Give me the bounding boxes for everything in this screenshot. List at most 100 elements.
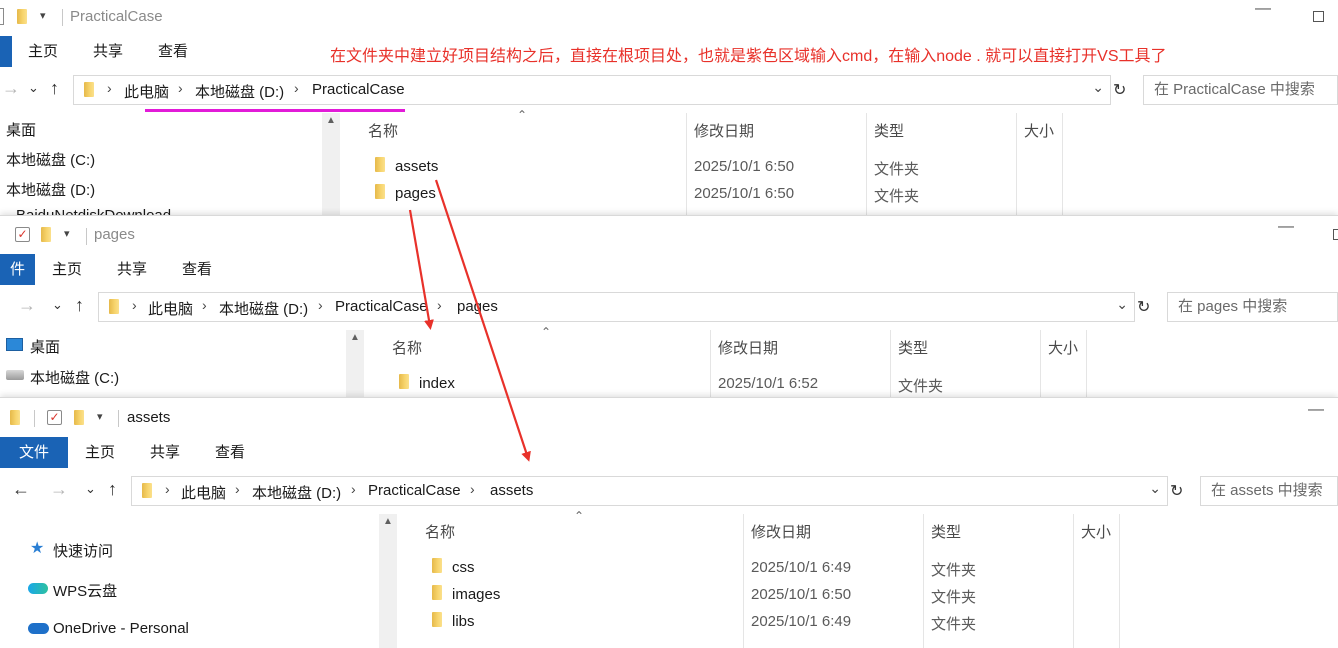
file-name-images[interactable]: images: [452, 586, 500, 603]
up-arrow-icon[interactable]: ↑: [75, 295, 84, 316]
scroll-up-icon[interactable]: ▲: [350, 332, 360, 343]
forward-arrow-icon[interactable]: →: [18, 295, 36, 316]
column-name[interactable]: 名称: [368, 120, 398, 141]
breadcrumb-this-pc[interactable]: 此电脑: [124, 81, 169, 102]
tab-view[interactable]: 查看: [182, 254, 212, 285]
column-date[interactable]: 修改日期: [751, 521, 811, 542]
chevron-right-icon[interactable]: ›: [294, 80, 299, 96]
file-name-pages[interactable]: pages: [395, 185, 436, 202]
sidebar-item-onedrive[interactable]: OneDrive - Personal: [53, 620, 189, 637]
maximize-icon[interactable]: [1313, 11, 1324, 22]
refresh-icon[interactable]: ↻: [1113, 80, 1126, 100]
breadcrumb-this-pc[interactable]: 此电脑: [148, 298, 193, 319]
sidebar-item-drive-c[interactable]: 本地磁盘 (C:): [30, 367, 119, 388]
column-divider[interactable]: [710, 330, 711, 397]
column-type[interactable]: 类型: [874, 120, 904, 141]
sidebar-scrollbar[interactable]: ▲: [346, 330, 364, 397]
recent-dropdown-icon[interactable]: ⌄: [52, 297, 63, 313]
search-input[interactable]: 在 PracticalCase 中搜索: [1143, 75, 1338, 105]
column-divider[interactable]: [1086, 330, 1087, 397]
column-divider[interactable]: [890, 330, 891, 397]
breadcrumb-practicalcase[interactable]: PracticalCase: [335, 298, 428, 315]
checkbox-icon[interactable]: [0, 8, 4, 25]
breadcrumb-drive-d[interactable]: 本地磁盘 (D:): [252, 482, 341, 503]
chevron-right-icon[interactable]: ›: [107, 80, 112, 96]
sidebar-item-desktop[interactable]: 桌面: [30, 336, 60, 357]
chevron-right-icon[interactable]: ›: [202, 297, 207, 313]
refresh-icon[interactable]: ↻: [1170, 481, 1183, 501]
forward-arrow-icon[interactable]: →: [2, 78, 20, 99]
chevron-right-icon[interactable]: ›: [165, 481, 170, 497]
refresh-icon[interactable]: ↻: [1137, 297, 1150, 317]
sidebar-scrollbar[interactable]: ▲: [322, 113, 340, 215]
column-date[interactable]: 修改日期: [694, 120, 754, 141]
address-bar[interactable]: › 此电脑 › 本地磁盘 (D:) › PracticalCase › page…: [98, 292, 1135, 322]
tab-share[interactable]: 共享: [117, 254, 147, 285]
minimize-icon[interactable]: —: [1255, 0, 1271, 18]
back-arrow-icon[interactable]: ←: [12, 479, 30, 500]
tab-home[interactable]: 主页: [52, 254, 82, 285]
scroll-up-icon[interactable]: ▲: [383, 516, 393, 527]
maximize-icon[interactable]: [1333, 229, 1338, 240]
chevron-right-icon[interactable]: ›: [235, 481, 240, 497]
forward-arrow-icon[interactable]: →: [50, 479, 68, 500]
checkbox-icon[interactable]: ✓: [47, 410, 62, 425]
file-name-assets[interactable]: assets: [395, 158, 438, 175]
breadcrumb-assets[interactable]: assets: [490, 482, 533, 499]
address-bar[interactable]: › 此电脑 › 本地磁盘 (D:) › PracticalCase › asse…: [131, 476, 1168, 506]
tab-view[interactable]: 查看: [158, 36, 188, 67]
column-divider[interactable]: [1040, 330, 1041, 397]
tab-view[interactable]: 查看: [215, 437, 245, 468]
column-name[interactable]: 名称: [425, 521, 455, 542]
column-name[interactable]: 名称: [392, 337, 422, 358]
sidebar-item-drive-c[interactable]: 本地磁盘 (C:): [6, 149, 95, 170]
tab-share[interactable]: 共享: [150, 437, 180, 468]
up-arrow-icon[interactable]: ↑: [108, 479, 117, 500]
search-input[interactable]: 在 pages 中搜索: [1167, 292, 1338, 322]
breadcrumb-practicalcase[interactable]: PracticalCase: [312, 81, 405, 98]
column-divider[interactable]: [743, 514, 744, 648]
file-name-libs[interactable]: libs: [452, 613, 475, 630]
sidebar-item-quick-access[interactable]: 快速访问: [53, 540, 113, 561]
column-size[interactable]: 大小: [1048, 337, 1078, 358]
breadcrumb-this-pc[interactable]: 此电脑: [181, 482, 226, 503]
breadcrumb-drive-d[interactable]: 本地磁盘 (D:): [219, 298, 308, 319]
search-input[interactable]: 在 assets 中搜索: [1200, 476, 1338, 506]
sidebar-item-desktop[interactable]: 桌面: [6, 119, 36, 140]
dropdown-arrow-icon[interactable]: ▾: [64, 227, 70, 240]
column-divider[interactable]: [1062, 113, 1063, 215]
up-arrow-icon[interactable]: ↑: [50, 78, 59, 99]
breadcrumb-practicalcase[interactable]: PracticalCase: [368, 482, 461, 499]
column-divider[interactable]: [866, 113, 867, 215]
recent-dropdown-icon[interactable]: ⌄: [85, 481, 96, 497]
chevron-right-icon[interactable]: ›: [470, 481, 475, 497]
tab-file[interactable]: 文件: [0, 437, 68, 468]
file-name-css[interactable]: css: [452, 559, 475, 576]
column-size[interactable]: 大小: [1081, 521, 1111, 542]
column-size[interactable]: 大小: [1024, 120, 1054, 141]
sidebar-item-baidu[interactable]: BaiduNetdiskDownload: [16, 207, 171, 215]
column-type[interactable]: 类型: [898, 337, 928, 358]
chevron-right-icon[interactable]: ›: [437, 297, 442, 313]
tab-share[interactable]: 共享: [93, 36, 123, 67]
column-divider[interactable]: [1016, 113, 1017, 215]
chevron-down-icon[interactable]: ⌄: [1116, 296, 1128, 313]
column-divider[interactable]: [923, 514, 924, 648]
chevron-right-icon[interactable]: ›: [318, 297, 323, 313]
sidebar-item-wps-cloud[interactable]: WPS云盘: [53, 580, 117, 601]
chevron-right-icon[interactable]: ›: [351, 481, 356, 497]
dropdown-arrow-icon[interactable]: ▾: [97, 410, 103, 423]
scroll-up-icon[interactable]: ▲: [326, 115, 336, 126]
minimize-icon[interactable]: —: [1278, 218, 1294, 236]
sidebar-item-drive-d[interactable]: 本地磁盘 (D:): [6, 179, 95, 200]
column-divider[interactable]: [1119, 514, 1120, 648]
chevron-right-icon[interactable]: ›: [178, 80, 183, 96]
file-name-index[interactable]: index: [419, 375, 455, 392]
dropdown-arrow-icon[interactable]: ▾: [40, 9, 46, 22]
checkbox-icon[interactable]: ✓: [15, 227, 30, 242]
column-date[interactable]: 修改日期: [718, 337, 778, 358]
recent-dropdown-icon[interactable]: ⌄: [28, 80, 39, 96]
chevron-down-icon[interactable]: ⌄: [1092, 79, 1104, 96]
address-bar[interactable]: › 此电脑 › 本地磁盘 (D:) › PracticalCase ⌄: [73, 75, 1111, 105]
tab-file[interactable]: 件: [0, 254, 35, 285]
